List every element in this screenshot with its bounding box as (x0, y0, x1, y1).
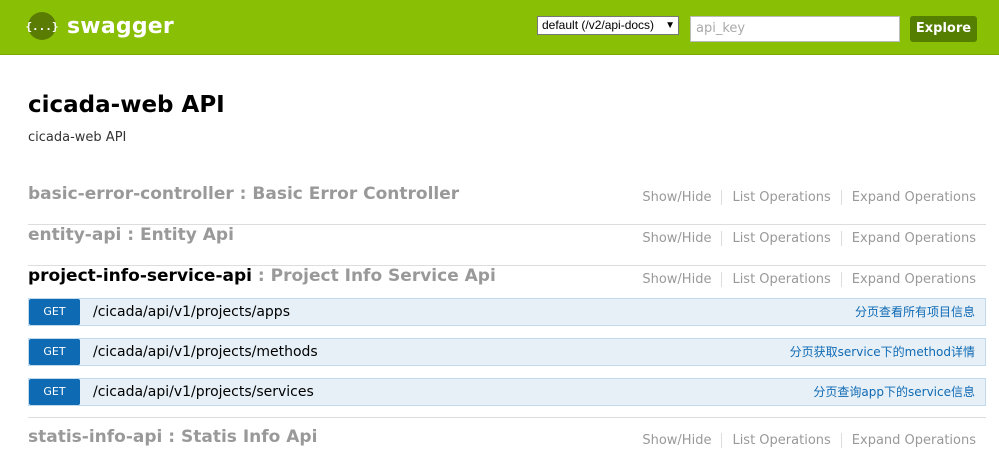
resource-title[interactable]: basic-error-controller : Basic Error Con… (28, 184, 459, 204)
resource-separator: : (121, 225, 140, 245)
resource-statis-info-api: statis-info-api : Statis Info Api Show/H… (28, 427, 986, 467)
resource-links: Show/Hide List Operations Expand Operati… (632, 231, 976, 246)
divider (28, 417, 986, 418)
expand-operations-link[interactable]: Expand Operations (842, 190, 976, 205)
show-hide-link[interactable]: Show/Hide (632, 433, 723, 448)
resource-name: basic-error-controller (28, 184, 234, 204)
resource-name: statis-info-api (28, 427, 163, 447)
operation-summary[interactable]: 分页查询app下的service信息 (813, 379, 975, 405)
operation-path[interactable]: /cicada/api/v1/projects/methods (93, 339, 318, 365)
explore-button[interactable]: Explore (910, 16, 977, 42)
api-title: cicada-web API (28, 92, 225, 118)
resource-links: Show/Hide List Operations Expand Operati… (632, 433, 976, 448)
resource-title[interactable]: statis-info-api : Statis Info Api (28, 427, 317, 447)
resource-title[interactable]: entity-api : Entity Api (28, 225, 234, 245)
resource-links: Show/Hide List Operations Expand Operati… (632, 272, 976, 287)
operation-path[interactable]: /cicada/api/v1/projects/apps (93, 299, 290, 325)
http-method-badge[interactable]: GET (29, 299, 80, 325)
resource-desc: Entity Api (139, 225, 234, 245)
api-description: cicada-web API (28, 130, 127, 145)
operation-summary[interactable]: 分页获取service下的method详情 (790, 339, 975, 365)
http-method-badge[interactable]: GET (29, 339, 80, 365)
resource-title[interactable]: project-info-service-api : Project Info … (28, 266, 496, 286)
api-spec-select-value: default (/v2/api-docs) (542, 18, 655, 32)
list-operations-link[interactable]: List Operations (722, 231, 842, 246)
show-hide-link[interactable]: Show/Hide (632, 190, 723, 205)
operation-get-services[interactable]: GET /cicada/api/v1/projects/services 分页查… (28, 378, 986, 406)
logo-text: swagger (67, 13, 174, 39)
expand-operations-link[interactable]: Expand Operations (842, 231, 976, 246)
resource-desc: Basic Error Controller (252, 184, 460, 204)
dropdown-arrow-icon: ▼ (665, 20, 675, 31)
resource-basic-error-controller: basic-error-controller : Basic Error Con… (28, 184, 986, 225)
list-operations-link[interactable]: List Operations (722, 272, 842, 287)
resource-entity-api: entity-api : Entity Api Show/Hide List O… (28, 225, 986, 266)
resource-separator: : (233, 184, 253, 204)
resource-name: project-info-service-api (28, 266, 252, 286)
list-operations-link[interactable]: List Operations (722, 190, 842, 205)
operation-summary[interactable]: 分页查看所有项目信息 (855, 299, 975, 325)
top-bar: {...} swagger default (/v2/api-docs) ▼ a… (0, 0, 999, 55)
http-method-badge[interactable]: GET (29, 379, 80, 405)
resource-links: Show/Hide List Operations Expand Operati… (632, 190, 976, 205)
show-hide-link[interactable]: Show/Hide (632, 272, 723, 287)
resource-desc: Statis Info Api (181, 427, 318, 447)
expand-operations-link[interactable]: Expand Operations (842, 433, 976, 448)
swagger-logo-icon: {...} (25, 12, 59, 40)
api-key-input[interactable]: api_key (690, 16, 900, 42)
swagger-logo[interactable]: {...} swagger (25, 12, 174, 40)
expand-operations-link[interactable]: Expand Operations (842, 272, 976, 287)
operation-get-methods[interactable]: GET /cicada/api/v1/projects/methods 分页获取… (28, 338, 986, 366)
api-spec-select[interactable]: default (/v2/api-docs) ▼ (537, 16, 679, 35)
resource-separator: : (162, 427, 182, 447)
show-hide-link[interactable]: Show/Hide (632, 231, 723, 246)
resource-separator: : (251, 266, 271, 286)
resource-desc: Project Info Service Api (270, 266, 496, 286)
operation-path[interactable]: /cicada/api/v1/projects/services (93, 379, 314, 405)
operation-get-apps[interactable]: GET /cicada/api/v1/projects/apps 分页查看所有项… (28, 298, 986, 326)
resource-name: entity-api (28, 225, 122, 245)
list-operations-link[interactable]: List Operations (722, 433, 842, 448)
